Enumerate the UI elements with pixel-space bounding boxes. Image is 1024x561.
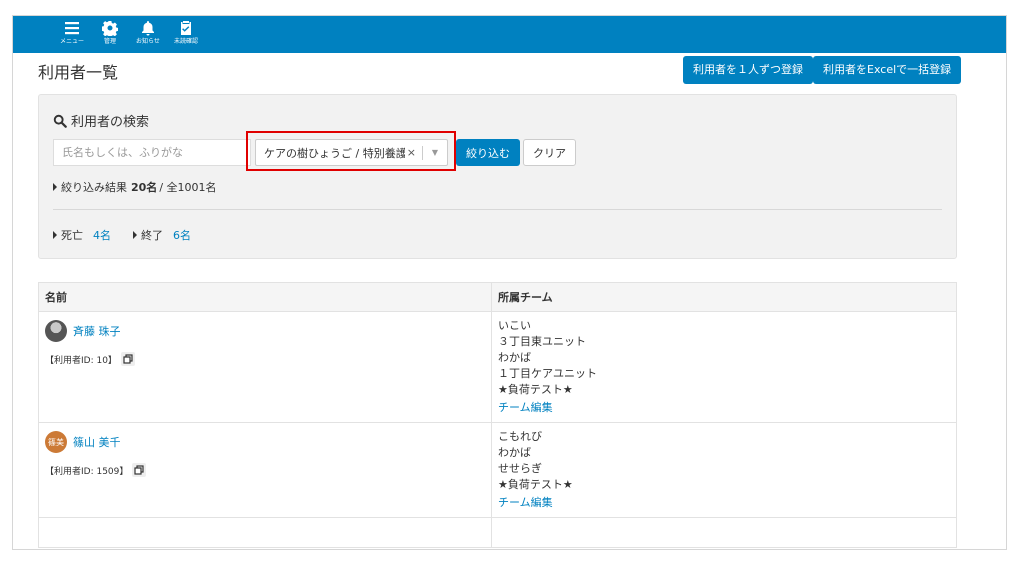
user-line: 斉藤 珠子 [45, 320, 485, 342]
avatar [45, 320, 67, 342]
facility-select[interactable]: ケアの樹ひょうご / 特別養護... × ▼ [255, 139, 448, 166]
team-name: ★負荷テスト★ [498, 383, 573, 396]
copy-icon[interactable] [132, 463, 147, 477]
chevron-down-icon[interactable]: ▼ [423, 148, 447, 157]
clear-button[interactable]: クリア [523, 139, 576, 166]
team-edit-link[interactable]: チーム編集 [498, 495, 950, 511]
team-name: ３丁目東ユニット [498, 335, 586, 348]
status-deceased-count[interactable]: 4名 [93, 227, 111, 243]
header-name: 名前 [38, 282, 492, 312]
user-id-text: 【利用者ID: 10】 [45, 355, 117, 366]
filter-button[interactable]: 絞り込む [456, 139, 520, 166]
table-row: 斉藤 珠子 【利用者ID: 10】 いこい ３丁目東ユニット わかば １丁目ケア… [38, 311, 957, 423]
nav-menu-label: メニュー [59, 38, 84, 45]
panel-divider [53, 209, 942, 210]
avatar: 篠美 [45, 431, 67, 453]
result-total: / 全1001名 [159, 181, 217, 194]
bell-icon [142, 21, 154, 36]
user-name-link[interactable]: 篠山 美千 [73, 434, 121, 450]
team-name: せせらぎ [498, 462, 542, 475]
status-deceased[interactable]: 死亡 4名 [53, 227, 111, 243]
name-cell [38, 517, 492, 548]
table-header-row: 名前 所属チーム [38, 282, 957, 312]
register-one-button[interactable]: 利用者を１人ずつ登録 [683, 56, 813, 84]
register-excel-button[interactable]: 利用者をExcelで一括登録 [813, 56, 962, 84]
status-filters: 死亡 4名 終了 6名 [53, 227, 213, 243]
caret-right-icon [53, 183, 57, 191]
name-cell: 篠美 篠山 美千 【利用者ID: 1509】 [38, 422, 492, 518]
search-icon [53, 114, 67, 128]
user-id: 【利用者ID: 10】 [45, 352, 485, 366]
team-cell: こもれび わかば せせらぎ ★負荷テスト★ チーム編集 [491, 422, 957, 518]
team-name: １丁目ケアユニット [498, 367, 597, 380]
team-name: いこい [498, 319, 531, 332]
team-edit-link[interactable]: チーム編集 [498, 400, 950, 416]
name-cell: 斉藤 珠子 【利用者ID: 10】 [38, 311, 492, 423]
status-deceased-label: 死亡 [61, 229, 83, 242]
page-title: 利用者一覧 [38, 63, 119, 82]
table-row: 篠美 篠山 美千 【利用者ID: 1509】 こもれび わかば せせらぎ ★負荷… [38, 422, 957, 518]
page-header: 利用者一覧 利用者を１人ずつ登録 利用者をExcelで一括登録 [38, 56, 986, 86]
top-navbar: メニュー 管理 お知らせ 未読確認 [13, 16, 1006, 53]
nav-notifications-label: お知らせ [136, 38, 160, 45]
clear-selection-icon[interactable]: × [407, 146, 416, 159]
user-table: 名前 所属チーム 斉藤 珠子 【利用者ID: 10】 いこい ３丁目東ユニット … [38, 282, 957, 548]
user-name-link[interactable]: 斉藤 珠子 [73, 323, 121, 339]
caret-right-icon [53, 231, 57, 239]
header-team: 所属チーム [491, 282, 957, 312]
gear-icon [102, 21, 118, 36]
team-cell: いこい ３丁目東ユニット わかば １丁目ケアユニット ★負荷テスト★ チーム編集 [491, 311, 957, 423]
nav-admin-label: 管理 [103, 38, 116, 45]
nav-notifications[interactable]: お知らせ [129, 16, 167, 46]
team-name: わかば [498, 351, 531, 364]
clipboard-check-icon [181, 21, 191, 35]
user-line: 篠美 篠山 美千 [45, 431, 485, 453]
team-name: ★負荷テスト★ [498, 478, 573, 491]
copy-icon[interactable] [120, 352, 135, 366]
team-name: わかば [498, 446, 531, 459]
search-title-text: 利用者の検索 [71, 115, 150, 130]
caret-right-icon [133, 231, 137, 239]
status-ended-count[interactable]: 6名 [173, 227, 191, 243]
team-cell [491, 517, 957, 548]
search-panel: 利用者の検索 ケアの樹ひょうご / 特別養護... × ▼ 絞り込む クリア 絞… [38, 94, 957, 259]
status-ended[interactable]: 終了 6名 [133, 227, 191, 243]
nav-unread[interactable]: 未読確認 [167, 16, 205, 46]
table-row [38, 517, 957, 548]
status-ended-label: 終了 [141, 229, 163, 242]
search-title: 利用者の検索 [53, 111, 149, 130]
user-id: 【利用者ID: 1509】 [45, 463, 485, 477]
facility-select-value: ケアの樹ひょうご / 特別養護... [264, 146, 405, 160]
name-search-input[interactable] [53, 139, 251, 166]
nav-menu[interactable]: メニュー [53, 16, 91, 46]
result-count: 20名 [131, 181, 158, 194]
nav-unread-label: 未読確認 [173, 38, 198, 45]
result-summary[interactable]: 絞り込み結果 20名 / 全1001名 [53, 179, 217, 195]
user-id-text: 【利用者ID: 1509】 [45, 466, 129, 477]
nav-admin[interactable]: 管理 [91, 16, 129, 46]
menu-icon [65, 22, 79, 35]
team-name: こもれび [498, 430, 542, 443]
result-prefix: 絞り込み結果 [61, 181, 127, 194]
